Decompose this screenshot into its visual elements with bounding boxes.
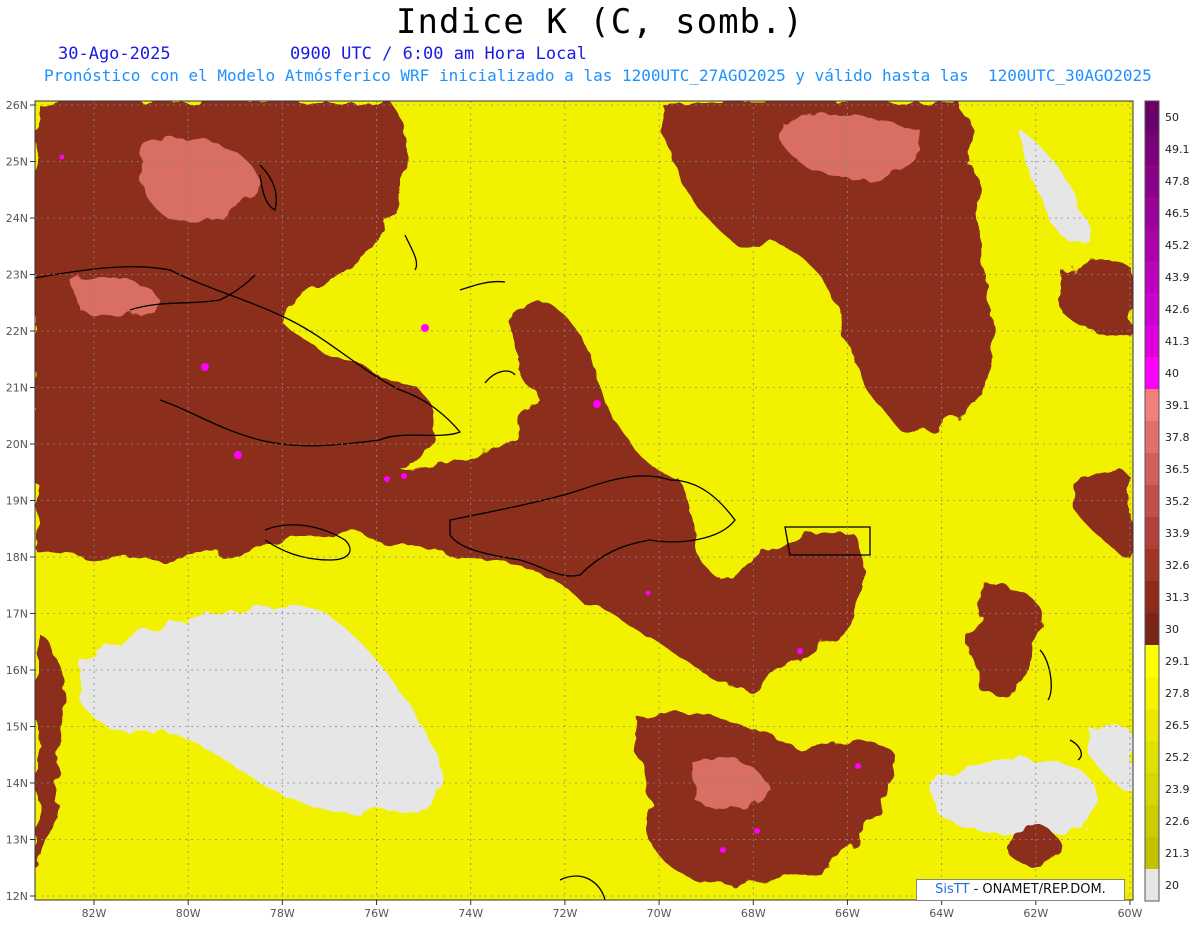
colorbar-label: 43.9 bbox=[1165, 271, 1190, 284]
colorbar-swatch bbox=[1145, 485, 1159, 518]
colorbar-swatch bbox=[1145, 581, 1159, 614]
colorbar-label: 32.6 bbox=[1165, 559, 1190, 572]
colorbar-swatch bbox=[1145, 357, 1159, 390]
colorbar-swatch bbox=[1145, 837, 1159, 870]
colorbar-swatch bbox=[1145, 197, 1159, 230]
colorbar-label: 25.2 bbox=[1165, 751, 1190, 764]
longitude-labels: 82W 80W 78W 76W 74W 72W 70W 68W 66W 64W 62W 60W bbox=[82, 900, 1143, 920]
colorbar-label: 33.9 bbox=[1165, 527, 1190, 540]
colorbar-label: 50 bbox=[1165, 111, 1179, 124]
colorbar-swatch bbox=[1145, 325, 1159, 358]
lat-label: 12N bbox=[6, 890, 28, 903]
colorbar-label: 21.3 bbox=[1165, 847, 1190, 860]
colorbar-label: 30 bbox=[1165, 623, 1179, 636]
colorbar-swatch bbox=[1145, 133, 1159, 166]
colorbar-swatch bbox=[1145, 421, 1159, 454]
lat-label: 17N bbox=[6, 608, 28, 621]
lat-label: 26N bbox=[6, 99, 28, 112]
colorbar-swatch bbox=[1145, 101, 1159, 134]
colorbar-swatch bbox=[1145, 389, 1159, 422]
colorbar-label: 41.3 bbox=[1165, 335, 1190, 348]
colorbar-label: 42.6 bbox=[1165, 303, 1190, 316]
colorbar-swatch bbox=[1145, 453, 1159, 486]
lon-label: 60W bbox=[1118, 907, 1143, 920]
lon-label: 68W bbox=[741, 907, 766, 920]
lat-label: 23N bbox=[6, 269, 28, 282]
colorbar-swatch bbox=[1145, 805, 1159, 838]
lon-label: 64W bbox=[929, 907, 954, 920]
colorbar-swatch bbox=[1145, 869, 1159, 902]
lon-label: 80W bbox=[176, 907, 201, 920]
colorbar-label: 27.8 bbox=[1165, 687, 1190, 700]
lon-label: 74W bbox=[458, 907, 483, 920]
lon-label: 66W bbox=[835, 907, 860, 920]
credit-text: - ONAMET/REP.DOM. bbox=[969, 882, 1106, 897]
colorbar-swatch bbox=[1145, 773, 1159, 806]
colorbar-swatch bbox=[1145, 741, 1159, 774]
colorbar-label: 47.8 bbox=[1165, 175, 1190, 188]
colorbar-label: 20 bbox=[1165, 879, 1179, 892]
lon-label: 82W bbox=[82, 907, 107, 920]
lat-label: 14N bbox=[6, 777, 28, 790]
colorbar-label: 36.5 bbox=[1165, 463, 1190, 476]
colorbar-label: 37.8 bbox=[1165, 431, 1190, 444]
colorbar-label: 31.3 bbox=[1165, 591, 1190, 604]
lon-label: 70W bbox=[647, 907, 672, 920]
colorbar-label: 23.9 bbox=[1165, 783, 1190, 796]
colorbar-label: 22.6 bbox=[1165, 815, 1190, 828]
lat-label: 18N bbox=[6, 551, 28, 564]
colorbar-swatch bbox=[1145, 261, 1159, 294]
map-field bbox=[35, 101, 1133, 900]
lon-label: 72W bbox=[552, 907, 577, 920]
colorbar-swatch bbox=[1145, 613, 1159, 646]
lon-label: 62W bbox=[1023, 907, 1048, 920]
colorbar-label: 45.2 bbox=[1165, 239, 1190, 252]
colorbar-label: 35.2 bbox=[1165, 495, 1190, 508]
colorbar-swatch bbox=[1145, 517, 1159, 550]
lat-label: 19N bbox=[6, 495, 28, 508]
lat-label: 25N bbox=[6, 156, 28, 169]
k-index-map: 26N 25N 24N 23N 22N 21N 20N 19N 18N 17N 16N 15N 14N 1… bbox=[6, 99, 1190, 920]
colorbar-swatch bbox=[1145, 165, 1159, 198]
colorbar-swatch bbox=[1145, 677, 1159, 710]
sistt-logo: SisTT bbox=[935, 882, 970, 897]
colorbar-swatch bbox=[1145, 645, 1159, 678]
lat-label: 16N bbox=[6, 664, 28, 677]
colorbar-label: 39.1 bbox=[1165, 399, 1190, 412]
colorbar-swatch bbox=[1145, 709, 1159, 742]
colorbar-swatch bbox=[1145, 549, 1159, 582]
colorbar-label: 49.1 bbox=[1165, 143, 1190, 156]
lat-label: 20N bbox=[6, 438, 28, 451]
lon-label: 78W bbox=[270, 907, 295, 920]
latitude-labels: 26N 25N 24N 23N 22N 21N 20N 19N 18N 17N 16N 15N 14N 1… bbox=[6, 99, 35, 903]
colorbar-label: 29.1 bbox=[1165, 655, 1190, 668]
lat-label: 13N bbox=[6, 834, 28, 847]
colorbar-label: 26.5 bbox=[1165, 719, 1190, 732]
colorbar-swatch bbox=[1145, 229, 1159, 262]
lat-label: 15N bbox=[6, 721, 28, 734]
colorbar-label: 40 bbox=[1165, 367, 1179, 380]
credit-box: SisTT - ONAMET/REP.DOM. bbox=[916, 879, 1125, 901]
lat-label: 21N bbox=[6, 382, 28, 395]
lat-label: 22N bbox=[6, 325, 28, 338]
lat-label: 24N bbox=[6, 212, 28, 225]
colorbar-swatch bbox=[1145, 293, 1159, 326]
colorbar-label: 46.5 bbox=[1165, 207, 1190, 220]
colorbar: 50 49.1 47.8 46.5 45.2 43.9 42.6 41.3 40 39.1 37.8… bbox=[1144, 100, 1190, 902]
lon-label: 76W bbox=[364, 907, 389, 920]
